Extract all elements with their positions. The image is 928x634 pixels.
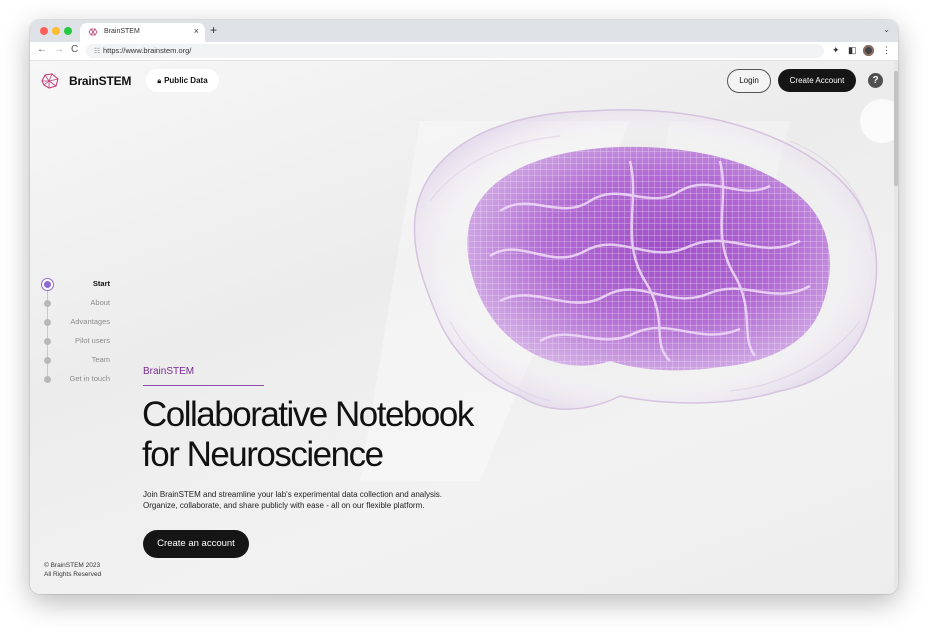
headline-line-2: for Neuroscience [142,435,384,474]
brainstem-logo-icon[interactable] [40,71,60,91]
scrollbar-thumb[interactable] [894,71,898,186]
public-data-button[interactable]: 🔒︎ Public Data [146,69,219,92]
nav-label: Advantages [70,317,110,326]
forward-button[interactable]: → [54,44,64,55]
brain-hero-image [360,99,898,481]
hero-headline: Collaborative Notebook for Neuroscience [142,395,572,475]
create-account-button[interactable]: Create Account [778,69,856,92]
tab-close-icon[interactable]: × [194,26,199,36]
site-info-icon[interactable]: ☷ [94,47,100,55]
maximize-window-button[interactable] [64,27,72,35]
extensions-icon[interactable]: ✦ [832,45,840,56]
nav-dot-active [42,279,53,290]
reload-button[interactable]: C [71,44,78,55]
nav-item-pilot-users[interactable]: Pilot users [30,334,140,348]
public-data-label: Public Data [164,76,208,85]
help-icon[interactable]: ? [868,73,883,88]
page-viewport: BrainSTEM 🔒︎ Public Data Login Create Acc… [30,61,898,594]
hero-subtext-1: Join BrainSTEM and streamline your lab's… [143,490,443,499]
headline-line-1: Collaborative Notebook [142,395,474,434]
nav-item-advantages[interactable]: Advantages [30,315,140,329]
nav-label: Team [91,355,110,364]
nav-label: About [90,298,110,307]
tab-search-icon[interactable]: ⌄ [883,25,890,34]
nav-item-get-in-touch[interactable]: Get in touch [30,372,140,386]
nav-dot [44,300,51,307]
browser-window: BrainSTEM × + ⌄ ← → C ☷ https://www.brai… [30,20,898,594]
login-button[interactable]: Login [727,69,771,93]
nav-dot [44,338,51,345]
browser-menu-icon[interactable]: ⋮ [882,45,891,56]
brain-favicon-icon [88,28,98,36]
nav-label: Pilot users [74,336,110,345]
nav-dot [44,376,51,383]
minimize-window-button[interactable] [52,27,60,35]
hero-subtext-2: Organize, collaborate, and share publicl… [143,501,425,510]
nav-item-about[interactable]: About [30,296,140,310]
back-button[interactable]: ← [37,44,47,55]
nav-dot [44,319,51,326]
nav-dot [44,357,51,364]
nav-item-start[interactable]: Start [30,277,140,291]
close-window-button[interactable] [40,27,48,35]
lock-icon: 🔒︎ [157,78,162,85]
create-an-account-button[interactable]: Create an account [143,530,249,558]
browser-tab[interactable]: BrainSTEM × [80,23,205,42]
url-text: https://www.brainstem.org/ [103,46,192,55]
hero-eyebrow: BrainSTEM [143,366,195,377]
nav-label: Start [92,279,110,288]
browser-toolbar: ← → C ☷ https://www.brainstem.org/ ✦ ◧ ⋮ [30,42,898,61]
new-tab-button[interactable]: + [210,23,217,37]
nav-label: Get in touch [69,374,110,383]
address-bar[interactable]: ☷ https://www.brainstem.org/ [86,44,824,58]
nav-item-team[interactable]: Team [30,353,140,367]
site-header: BrainSTEM 🔒︎ Public Data Login Create Acc… [30,61,898,101]
profile-avatar[interactable] [863,45,874,56]
copyright-text: © BrainSTEM 2023 [44,562,101,569]
eyebrow-divider [143,385,264,386]
tab-strip: BrainSTEM × + ⌄ [30,20,898,42]
rights-text: All Rights Reserved [44,571,102,578]
side-panel-icon[interactable]: ◧ [848,45,857,56]
brand-name[interactable]: BrainSTEM [69,74,131,88]
tab-title: BrainSTEM [104,28,140,35]
